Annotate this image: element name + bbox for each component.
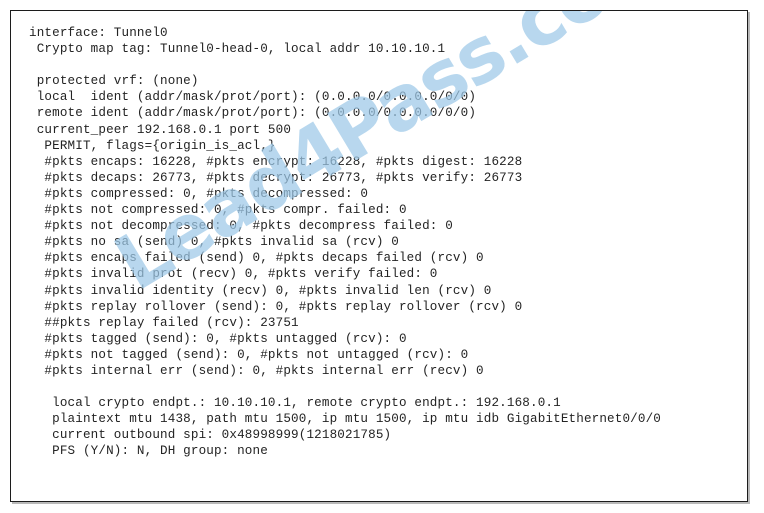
console-line: #pkts encaps failed (send) 0, #pkts deca… [29, 251, 484, 266]
console-line: protected vrf: (none) [29, 74, 199, 89]
console-line: #pkts replay rollover (send): 0, #pkts r… [29, 299, 523, 314]
console-line: #pkts invalid identity (recv) 0, #pkts i… [29, 283, 492, 298]
screenshot-root: interface: Tunnel0 Crypto map tag: Tunne… [0, 0, 764, 513]
console-output-text: interface: Tunnel0 Crypto map tag: Tunne… [11, 11, 747, 501]
console-line: interface: Tunnel0 [29, 26, 168, 40]
console-line: #pkts encaps: 16228, #pkts encrypt: 1622… [29, 154, 523, 169]
console-line: #pkts no sa (send) 0, #pkts invalid sa (… [29, 235, 399, 250]
console-line: #pkts compressed: 0, #pkts decompressed:… [29, 186, 369, 201]
console-line: #pkts not tagged (send): 0, #pkts not un… [29, 347, 469, 362]
console-line: current_peer 192.168.0.1 port 500 [29, 122, 292, 137]
console-line: local ident (addr/mask/prot/port): (0.0.… [29, 90, 477, 105]
console-line: #pkts not compressed: 0, #pkts compr. fa… [29, 203, 407, 218]
console-line: plaintext mtu 1438, path mtu 1500, ip mt… [29, 412, 662, 427]
console-line: PFS (Y/N): N, DH group: none [29, 444, 268, 459]
console-line: PERMIT, flags={origin_is_acl,} [29, 138, 276, 153]
console-line: ##pkts replay failed (rcv): 23751 [29, 315, 299, 330]
console-output-frame: interface: Tunnel0 Crypto map tag: Tunne… [10, 10, 748, 502]
console-line: current outbound spi: 0x48998999(1218021… [29, 428, 392, 443]
console-line: #pkts internal err (send): 0, #pkts inte… [29, 363, 484, 378]
console-line: local crypto endpt.: 10.10.10.1, remote … [29, 396, 561, 411]
console-line: #pkts decaps: 26773, #pkts decrypt: 2677… [29, 170, 523, 185]
console-line: #pkts not decompressed: 0, #pkts decompr… [29, 219, 453, 234]
console-line: remote ident (addr/mask/prot/port): (0.0… [29, 106, 477, 121]
console-line: Crypto map tag: Tunnel0-head-0, local ad… [29, 42, 446, 57]
console-line: #pkts tagged (send): 0, #pkts untagged (… [29, 331, 407, 346]
console-line: #pkts invalid prot (recv) 0, #pkts verif… [29, 267, 438, 282]
